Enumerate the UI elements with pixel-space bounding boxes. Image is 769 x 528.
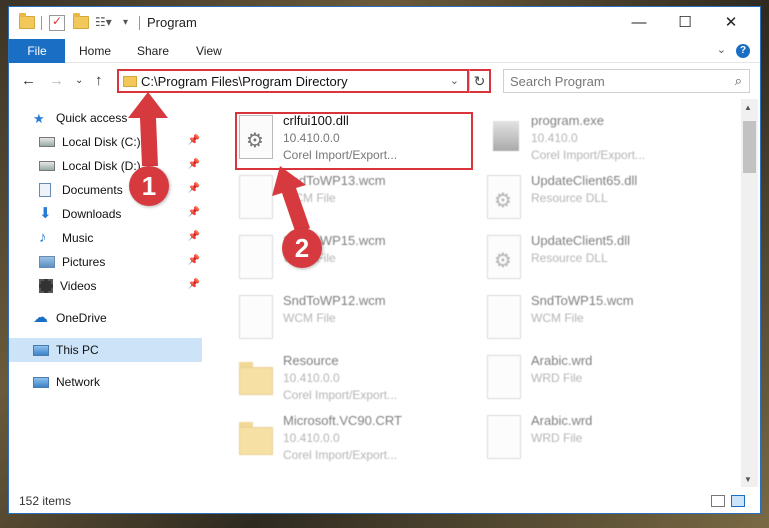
annotation-arrows [128,92,310,234]
callout-1: 1 [129,166,169,206]
arrow-1 [128,92,168,166]
arrow-2 [272,166,310,234]
callout-2: 2 [282,228,322,268]
